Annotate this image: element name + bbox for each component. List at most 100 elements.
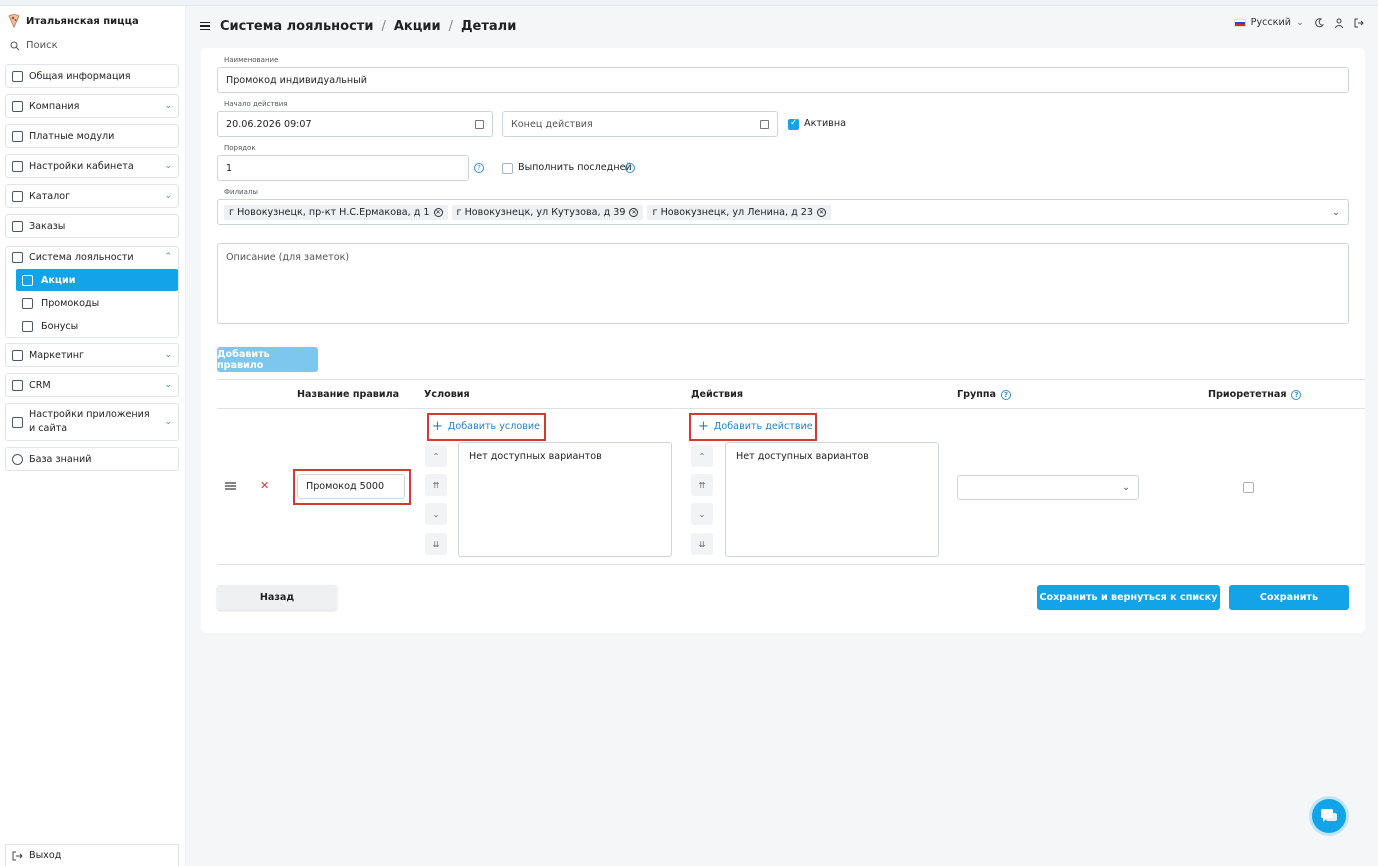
move-bottom-icon[interactable]: ⇊	[425, 533, 447, 555]
calendar-icon	[760, 119, 769, 129]
sidebar-item-label: Бонусы	[41, 320, 79, 332]
sidebar-item-cabinet-settings[interactable]: Настройки кабинета ⌄	[5, 154, 179, 178]
description-textarea[interactable]: Описание (для заметок)	[217, 243, 1349, 324]
breadcrumb-separator: /	[381, 18, 386, 34]
search-label: Поиск	[26, 40, 58, 51]
conditions-list[interactable]: Нет доступных вариантов	[458, 442, 672, 557]
logout-button[interactable]: Выход	[5, 844, 179, 866]
breadcrumb-item-promotions[interactable]: Акции	[394, 19, 441, 34]
sidebar-item-label: Настройки кабинета	[29, 160, 134, 172]
branch-tag-label: г Новокузнецк, пр-кт Н.С.Ермакова, д 1	[229, 206, 430, 218]
breadcrumb: Система лояльности / Акции / Детали	[200, 16, 516, 36]
sidebar-item-crm[interactable]: CRM ⌄	[5, 373, 179, 397]
move-top-icon[interactable]: ⇈	[425, 474, 447, 496]
pizza-logo-icon	[8, 14, 20, 28]
order-input[interactable]: 1	[217, 155, 469, 181]
group-help-icon[interactable]: ?	[1000, 389, 1011, 400]
column-header-priority: Приорететная ?	[1208, 389, 1302, 400]
breadcrumb-separator: /	[448, 18, 453, 34]
start-date-value: 20.06.2026 09:07	[226, 118, 312, 130]
dark-mode-icon[interactable]	[1314, 17, 1324, 28]
sidebar-item-label: Заказы	[29, 220, 66, 232]
sidebar-item-label: Каталог	[29, 190, 71, 202]
end-date-input[interactable]: Конец действия	[502, 111, 778, 137]
megaphone-icon	[12, 349, 23, 361]
sidebar-search[interactable]: Поиск	[10, 40, 58, 51]
table-divider	[217, 564, 1365, 565]
move-bottom-icon[interactable]: ⇊	[691, 533, 713, 555]
sidebar-item-company[interactable]: Компания ⌄	[5, 94, 179, 118]
chat-button[interactable]	[1309, 796, 1349, 836]
sidebar-item-knowledge-base[interactable]: База знаний	[5, 447, 179, 471]
sidebar-subitem-promocodes[interactable]: Промокоды	[16, 292, 178, 314]
move-top-icon[interactable]: ⇈	[691, 474, 713, 496]
move-up-icon[interactable]: ⌃	[691, 445, 713, 467]
branch-tag: г Новокузнецк, пр-кт Н.С.Ермакова, д 1 ✕	[224, 204, 448, 220]
brand[interactable]: Итальянская пицца	[8, 13, 139, 29]
crm-icon	[12, 379, 23, 391]
sidebar-item-label: Настройки приложения и сайта	[29, 409, 150, 434]
active-label: Активна	[804, 118, 846, 129]
add-action-label: Добавить действие	[713, 421, 813, 432]
move-down-icon[interactable]: ⌄	[691, 503, 713, 525]
move-up-icon[interactable]: ⌃	[425, 445, 447, 467]
add-condition-label: Добавить условие	[447, 421, 540, 432]
sidebar-subitem-promotions[interactable]: Акции	[16, 269, 178, 291]
search-icon	[10, 41, 20, 50]
add-condition-button[interactable]: + Добавить условие	[432, 418, 540, 434]
brand-name: Итальянская пицца	[26, 15, 139, 27]
actions-list[interactable]: Нет доступных вариантов	[725, 442, 939, 557]
sidebar-item-orders[interactable]: Заказы	[5, 214, 179, 238]
plus-icon: +	[432, 418, 443, 434]
execute-last-checkbox[interactable]	[502, 163, 513, 174]
language-select[interactable]: Русский ⌄	[1233, 17, 1304, 28]
chevron-down-icon: ⌄	[164, 380, 172, 390]
move-down-icon[interactable]: ⌄	[425, 503, 447, 525]
user-icon[interactable]	[1334, 18, 1344, 28]
group-select[interactable]: ⌄	[957, 475, 1139, 500]
save-button[interactable]: Сохранить	[1229, 585, 1349, 610]
sidebar-item-paid-modules[interactable]: Платные модули	[5, 124, 179, 148]
breadcrumb-item-loyalty[interactable]: Система лояльности	[220, 19, 373, 34]
breadcrumb-item-details: Детали	[460, 18, 517, 34]
branches-multiselect[interactable]: г Новокузнецк, пр-кт Н.С.Ермакова, д 1 ✕…	[217, 199, 1349, 225]
header-actions: Русский ⌄	[1233, 17, 1364, 28]
remove-tag-icon[interactable]: ✕	[433, 207, 443, 217]
column-header-rule-name: Название правила	[297, 389, 400, 400]
table-divider	[217, 408, 1365, 409]
order-help-icon[interactable]: ?	[474, 163, 484, 173]
rule-name-input[interactable]: Промокод 5000	[297, 474, 405, 499]
sidebar-subitem-bonuses[interactable]: Бонусы	[16, 315, 178, 337]
sidebar-item-label: CRM	[29, 379, 51, 391]
back-button[interactable]: Назад	[217, 585, 337, 610]
chevron-down-icon: ⌄	[164, 101, 172, 111]
exit-icon[interactable]	[1354, 18, 1364, 28]
table-divider	[217, 379, 1365, 380]
order-label: Порядок	[224, 144, 256, 152]
add-action-button[interactable]: + Добавить действие	[698, 420, 813, 433]
loyalty-icon	[12, 251, 23, 263]
priority-checkbox[interactable]	[1243, 482, 1254, 493]
sidebar-item-catalog[interactable]: Каталог ⌄	[5, 184, 179, 208]
order-value: 1	[226, 162, 233, 174]
sidebar-item-general[interactable]: Общая информация	[5, 64, 179, 88]
name-input[interactable]: Промокод индивидуальный	[217, 67, 1349, 93]
sidebar-item-marketing[interactable]: Маркетинг ⌄	[5, 343, 179, 367]
chevron-down-icon: ⌄	[1331, 206, 1340, 218]
add-rule-button[interactable]: Добавить правило	[217, 347, 318, 372]
active-checkbox[interactable]	[788, 118, 799, 130]
branch-tag: г Новокузнецк, ул Ленина, д 23 ✕	[647, 204, 831, 220]
sidebar-item-loyalty[interactable]: Система лояльности ⌃	[6, 247, 178, 267]
save-and-return-button[interactable]: Сохранить и вернуться к списку	[1037, 585, 1220, 610]
sidebar-item-app-settings[interactable]: Настройки приложения и сайта ⌄	[5, 403, 179, 441]
execute-last-help-icon[interactable]: ?	[625, 163, 635, 173]
remove-tag-icon[interactable]: ✕	[629, 207, 639, 217]
delete-rule-icon[interactable]: ✕	[260, 479, 269, 492]
priority-help-icon[interactable]: ?	[1291, 389, 1302, 400]
logout-label: Выход	[29, 850, 62, 861]
menu-icon[interactable]	[200, 22, 210, 30]
start-date-input[interactable]: 20.06.2026 09:07	[217, 111, 493, 137]
sidebar-item-label: Акции	[41, 274, 76, 286]
drag-handle-icon[interactable]	[225, 482, 236, 490]
remove-tag-icon[interactable]: ✕	[816, 207, 826, 217]
